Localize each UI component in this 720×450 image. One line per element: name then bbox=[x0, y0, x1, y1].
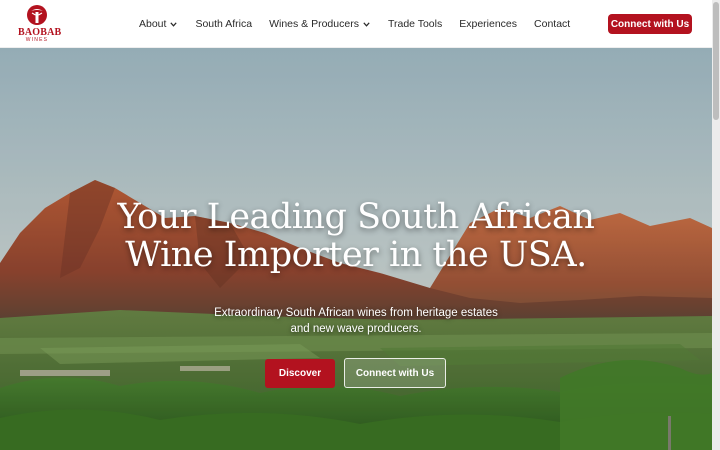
baobab-tree-icon bbox=[27, 5, 47, 25]
nav-item-label: Contact bbox=[534, 18, 571, 30]
hero-subtitle: Extraordinary South African wines from h… bbox=[180, 305, 532, 337]
discover-button[interactable]: Discover bbox=[265, 359, 335, 388]
nav-item-contact[interactable]: Contact bbox=[534, 18, 570, 30]
page-scrollbar[interactable] bbox=[712, 0, 720, 450]
nav-item-label: Trade Tools bbox=[387, 18, 443, 30]
brand-subtitle: WINES bbox=[25, 37, 49, 43]
nav-item-south-africa[interactable]: South Africa bbox=[195, 18, 252, 30]
hero-headline-line: Your Leading South African bbox=[117, 197, 595, 237]
nav-item-label: South Africa bbox=[195, 18, 253, 30]
hero-subtitle-line: and new wave producers. bbox=[290, 323, 422, 335]
nav-item-experiences[interactable]: Experiences bbox=[459, 18, 517, 30]
hero-section: Your Leading South African Wine Importer… bbox=[0, 48, 712, 450]
chevron-down-icon bbox=[170, 21, 178, 27]
nav-item-label: Experiences bbox=[459, 18, 518, 30]
nav-item-about[interactable]: About bbox=[139, 18, 178, 30]
nav-item-label: Wines & Producers bbox=[269, 18, 359, 30]
scrollbar-thumb[interactable] bbox=[713, 2, 719, 120]
hero-connect-button[interactable]: Connect with Us bbox=[344, 358, 446, 388]
connect-with-us-button[interactable]: Connect with Us bbox=[608, 14, 692, 34]
hero-subtitle-line: Extraordinary South African wines from h… bbox=[214, 307, 498, 319]
nav-item-wines-producers[interactable]: Wines & Producers bbox=[269, 18, 370, 30]
brand-logo[interactable]: BAOBAB WINES bbox=[18, 4, 61, 44]
nav-item-trade-tools[interactable]: Trade Tools bbox=[388, 18, 442, 30]
hero-headline-line: Wine Importer in the USA. bbox=[125, 235, 587, 275]
nav-item-label: About bbox=[139, 18, 167, 30]
hero-headline: Your Leading South African Wine Importer… bbox=[0, 198, 712, 274]
main-navigation: About South Africa Wines & Producers Tra… bbox=[130, 0, 570, 48]
chevron-down-icon bbox=[363, 21, 370, 27]
site-header: BAOBAB WINES About South Africa Wines & … bbox=[0, 0, 712, 48]
